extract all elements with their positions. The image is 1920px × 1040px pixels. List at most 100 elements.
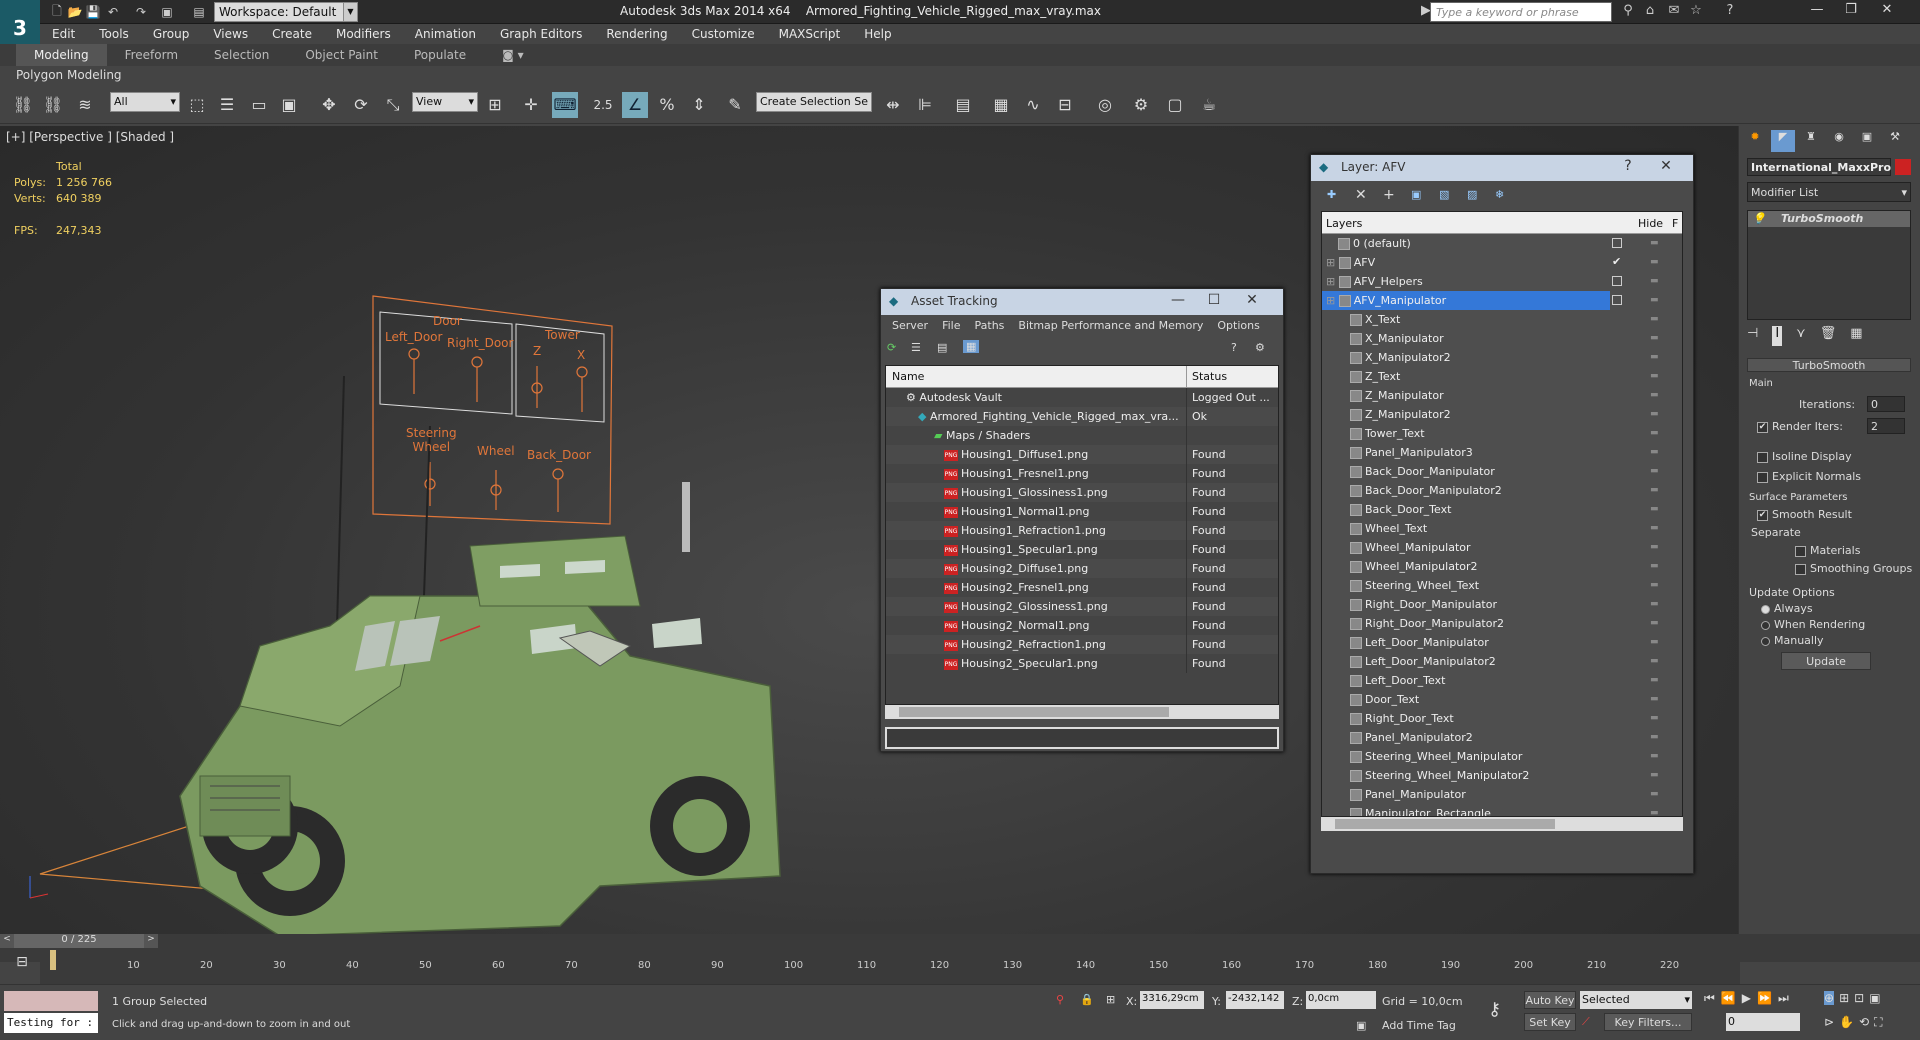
current-layer-checkbox[interactable] xyxy=(1612,238,1622,248)
layer-row[interactable]: ⊞ AFV_Helpers ▬ xyxy=(1322,272,1682,291)
maxscript-input[interactable]: Testing for : xyxy=(4,1013,98,1033)
bind-space-warp-icon[interactable]: ≋ xyxy=(72,92,98,118)
armored-vehicle-model[interactable] xyxy=(179,535,781,934)
track-bar[interactable]: 10 20 30 40 50 60 70 80 90 100 110 120 130 140 150 160 1… xyxy=(40,950,1740,984)
spinner-snap-icon[interactable]: ⇕ xyxy=(686,92,712,118)
layer-object-row[interactable]: Door_Text ▬ xyxy=(1322,690,1682,709)
unlink-icon[interactable]: ⛓ xyxy=(40,92,66,118)
menu-tools[interactable]: Tools xyxy=(87,24,141,44)
key-filters-button[interactable]: Key Filters... xyxy=(1604,1013,1692,1031)
asset-path-field[interactable] xyxy=(885,727,1279,749)
list-view-icon[interactable]: ☰ xyxy=(911,341,921,354)
hierarchy-tab-icon[interactable]: ♜ xyxy=(1799,130,1823,152)
turbosmooth-rollout-header[interactable]: TurboSmooth xyxy=(1747,358,1911,372)
layer-object-row[interactable]: Wheel_Manipulator ▬ xyxy=(1322,538,1682,557)
hide-toggle[interactable]: ▬ xyxy=(1650,333,1660,343)
left-door-slider-knob[interactable] xyxy=(408,348,420,360)
hide-toggle[interactable]: ▬ xyxy=(1650,352,1660,362)
favorites-icon[interactable]: ☆ xyxy=(1686,3,1706,21)
isolate-selection-icon[interactable]: ⚲ xyxy=(1056,993,1064,1006)
asset-hscrollbar[interactable] xyxy=(885,705,1279,719)
tab-populate[interactable]: Populate xyxy=(396,44,484,66)
asset-menu-server[interactable]: Server xyxy=(885,315,935,335)
hide-toggle[interactable]: ▬ xyxy=(1650,637,1660,647)
refresh-icon[interactable]: ⟳ xyxy=(887,341,896,354)
communication-icon[interactable]: ✉ xyxy=(1664,3,1684,21)
always-radio[interactable] xyxy=(1761,604,1770,614)
select-by-name-icon[interactable]: ☰ xyxy=(214,92,240,118)
back-door-slider-knob[interactable] xyxy=(552,468,564,480)
reference-coord-dropdown[interactable]: View ▾ xyxy=(412,92,478,112)
tab-freeform[interactable]: Freeform xyxy=(107,44,196,66)
hide-all-icon[interactable]: ▨ xyxy=(1467,188,1477,201)
x-coordinate-field[interactable]: 3316,29cm xyxy=(1140,991,1204,1009)
hide-toggle[interactable]: ▬ xyxy=(1650,656,1660,666)
move-icon[interactable]: ✥ xyxy=(316,92,342,118)
select-in-layer-icon[interactable]: ▣ xyxy=(1411,188,1421,201)
new-file-icon[interactable]: 🗋 xyxy=(48,3,66,21)
asset-row[interactable]: PNG Housing1_Fresnel1.png Found xyxy=(886,464,1278,483)
hide-toggle[interactable]: ▬ xyxy=(1650,466,1660,476)
menu-rendering[interactable]: Rendering xyxy=(594,24,679,44)
display-tab-icon[interactable]: ▣ xyxy=(1855,130,1879,152)
stack-item-turbosmooth[interactable]: 💡 TurboSmooth xyxy=(1748,211,1910,227)
edit-named-selection-icon[interactable]: ✎ xyxy=(722,92,748,118)
open-file-icon[interactable]: 📂 xyxy=(66,3,84,21)
asset-row[interactable]: PNG Housing2_Normal1.png Found xyxy=(886,616,1278,635)
next-frame-icon[interactable]: > xyxy=(144,934,158,948)
layer-manager-icon[interactable]: ▤ xyxy=(950,92,976,118)
expand-icon[interactable]: ⊞ xyxy=(1326,256,1339,269)
hide-toggle[interactable]: ▬ xyxy=(1650,409,1660,419)
asset-row[interactable]: PNG Housing2_Fresnel1.png Found xyxy=(886,578,1278,597)
next-key-icon[interactable]: ⏩ xyxy=(1757,991,1772,1006)
tab-object-paint[interactable]: Object Paint xyxy=(287,44,396,66)
asset-settings-icon[interactable]: ⚙ xyxy=(1255,341,1265,354)
menu-help[interactable]: Help xyxy=(852,24,903,44)
hide-toggle[interactable]: ▬ xyxy=(1650,485,1660,495)
z-coordinate-field[interactable]: 0,0cm xyxy=(1306,991,1376,1009)
asset-row[interactable]: PNG Housing2_Diffuse1.png Found xyxy=(886,559,1278,578)
layer-object-row[interactable]: Left_Door_Manipulator2 ▬ xyxy=(1322,652,1682,671)
menu-maxscript[interactable]: MAXScript xyxy=(767,24,853,44)
render-production-icon[interactable]: ☕ xyxy=(1196,92,1222,118)
asset-close-button[interactable]: ✕ xyxy=(1237,292,1267,312)
col-status[interactable]: Status xyxy=(1192,370,1227,383)
explicit-normals-checkbox[interactable] xyxy=(1757,471,1768,483)
hide-toggle[interactable]: ▬ xyxy=(1650,561,1660,571)
current-layer-checkbox[interactable] xyxy=(1612,295,1622,305)
menu-group[interactable]: Group xyxy=(141,24,202,44)
explicit-normals-row[interactable]: Explicit Normals xyxy=(1757,470,1861,483)
layer-object-row[interactable]: Panel_Manipulator2 ▬ xyxy=(1322,728,1682,747)
menu-create[interactable]: Create xyxy=(260,24,324,44)
hide-toggle[interactable]: ▬ xyxy=(1650,447,1660,457)
schematic-view-icon[interactable]: ⊟ xyxy=(1052,92,1078,118)
asset-row[interactable]: ▰ Maps / Shaders xyxy=(886,426,1278,445)
hide-toggle[interactable]: ▬ xyxy=(1650,789,1660,799)
binoculars-icon[interactable]: ⚲ xyxy=(1618,3,1638,21)
show-end-result-icon[interactable]: Ι xyxy=(1772,326,1783,346)
layer-help-button[interactable]: ? xyxy=(1613,158,1643,178)
layer-row[interactable]: ⊞ AFV_Manipulator ▬ xyxy=(1322,291,1659,310)
mirror-icon[interactable]: ⇹ xyxy=(880,92,906,118)
tower-x-slider-knob[interactable] xyxy=(576,366,588,378)
layer-object-row[interactable]: Z_Manipulator ▬ xyxy=(1322,386,1682,405)
render-iters-row[interactable]: ✔ Render Iters: xyxy=(1757,420,1843,433)
y-coordinate-field[interactable]: -2432,142 xyxy=(1226,991,1284,1009)
current-frame-marker[interactable] xyxy=(50,950,56,970)
layer-object-row[interactable]: Panel_Manipulator ▬ xyxy=(1322,785,1682,804)
layer-close-button[interactable]: ✕ xyxy=(1651,158,1681,178)
select-link-icon[interactable]: ⛓ xyxy=(10,92,36,118)
render-setup-icon[interactable]: ▤ xyxy=(190,3,208,21)
layer-row[interactable]: ⊞ AFV ✔ ▬ xyxy=(1322,253,1682,272)
layer-object-row[interactable]: Steering_Wheel_Text ▬ xyxy=(1322,576,1682,595)
asset-menu-bitmap[interactable]: Bitmap Performance and Memory xyxy=(1011,315,1210,335)
hide-toggle[interactable]: ▬ xyxy=(1650,542,1660,552)
play-icon[interactable]: ▶ xyxy=(1742,991,1751,1006)
pan-icon[interactable]: ✋ xyxy=(1839,1015,1854,1030)
ribbon-options-icon[interactable]: ◙ ▾ xyxy=(484,44,541,66)
pin-stack-icon[interactable]: ⊣ xyxy=(1747,326,1758,346)
layer-object-row[interactable]: Steering_Wheel_Manipulator ▬ xyxy=(1322,747,1682,766)
layer-object-row[interactable]: X_Text ▬ xyxy=(1322,310,1682,329)
asset-minimize-button[interactable]: — xyxy=(1163,292,1193,312)
layer-object-row[interactable]: X_Manipulator2 ▬ xyxy=(1322,348,1682,367)
